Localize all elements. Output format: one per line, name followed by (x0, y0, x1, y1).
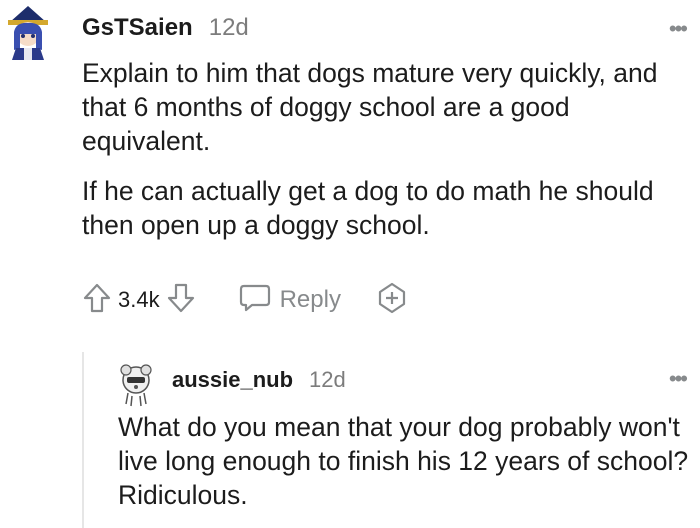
reply-more-options-icon[interactable]: ••• (669, 366, 688, 392)
speech-bubble-icon (238, 283, 272, 318)
comment-actions: 3.4k Reply (82, 280, 409, 320)
comment-paragraph: Explain to him that dogs mature very qui… (82, 58, 658, 156)
vote-score: 3.4k (118, 287, 160, 312)
thread-line[interactable] (82, 352, 84, 528)
reply-label: Reply (279, 286, 341, 313)
comment-paragraph: If he can actually get a dog to do math … (82, 176, 654, 240)
comment-body: Explain to him that dogs mature very qui… (82, 56, 694, 258)
reply-button[interactable]: Reply (238, 283, 341, 318)
add-award-icon (375, 281, 409, 320)
downvote-arrow-icon[interactable] (166, 282, 196, 319)
reply-timestamp[interactable]: 12d (309, 367, 346, 393)
upvote-arrow-icon[interactable] (82, 282, 112, 319)
reply-text: What do you mean that your dog probably … (118, 412, 689, 510)
reply-header: aussie_nub 12d (172, 364, 346, 396)
reply-user-avatar[interactable] (116, 360, 156, 408)
timestamp[interactable]: 12d (209, 14, 249, 42)
reply-username[interactable]: aussie_nub (172, 367, 293, 393)
reply-body: What do you mean that your dog probably … (118, 410, 694, 512)
user-avatar[interactable] (4, 4, 52, 60)
comment-header: GsTSaien 12d (82, 10, 249, 46)
more-options-icon[interactable]: ••• (669, 16, 688, 42)
username[interactable]: GsTSaien (82, 14, 193, 42)
add-award-button[interactable] (375, 281, 409, 320)
